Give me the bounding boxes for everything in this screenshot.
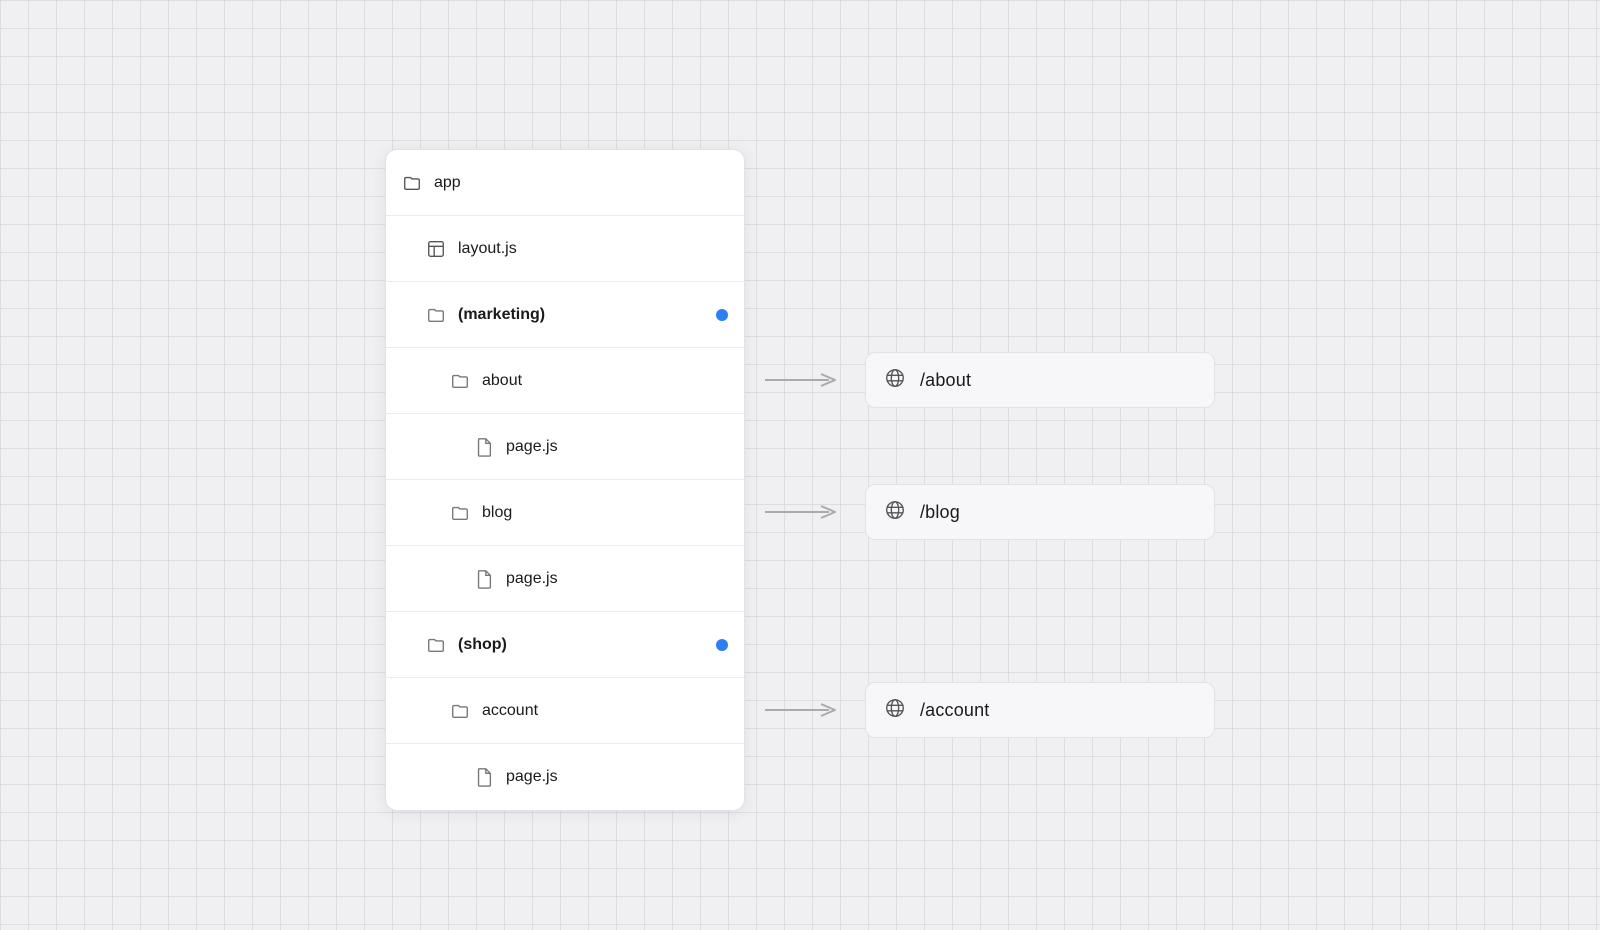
- tree-row-blog: blog: [386, 480, 744, 546]
- arrow-about: [745, 370, 865, 390]
- tree-row-blog-page: page.js: [386, 546, 744, 612]
- folder-icon-app: [402, 173, 422, 193]
- tree-row-shop: (shop): [386, 612, 744, 678]
- folder-icon-shop: [426, 635, 446, 655]
- route-box-about: /about: [865, 352, 1215, 408]
- blue-dot-marketing: [716, 309, 728, 321]
- file-icon-about-page: [474, 437, 494, 457]
- tree-label-about: about: [482, 372, 728, 390]
- spacer-marketing: [745, 281, 1215, 347]
- tree-row-marketing: (marketing): [386, 282, 744, 348]
- route-label-about: /about: [920, 370, 971, 391]
- file-icon-account-page: [474, 767, 494, 787]
- file-tree: app layout.js (marketing): [385, 149, 745, 811]
- globe-icon-blog: [884, 499, 906, 526]
- tree-label-app: app: [434, 174, 728, 192]
- file-icon-blog-page: [474, 569, 494, 589]
- tree-label-account: account: [482, 702, 728, 720]
- blue-dot-shop: [716, 639, 728, 651]
- spacer-about-page: [745, 413, 1215, 479]
- route-row-account: /account: [745, 677, 1215, 743]
- tree-row-app: app: [386, 150, 744, 216]
- tree-label-blog-page: page.js: [506, 570, 728, 588]
- route-label-blog: /blog: [920, 502, 960, 523]
- tree-label-layout: layout.js: [458, 240, 728, 258]
- tree-label-shop: (shop): [458, 636, 716, 654]
- route-row-about: /about: [745, 347, 1215, 413]
- arrow-blog: [745, 502, 865, 522]
- route-box-account: /account: [865, 682, 1215, 738]
- route-row-blog: /blog: [745, 479, 1215, 545]
- folder-icon-blog: [450, 503, 470, 523]
- route-label-account: /account: [920, 700, 990, 721]
- spacer-shop: [745, 611, 1215, 677]
- route-box-blog: /blog: [865, 484, 1215, 540]
- spacer-account-page: [745, 743, 1215, 809]
- tree-row-about: about: [386, 348, 744, 414]
- tree-label-blog: blog: [482, 504, 728, 522]
- spacer-app: [745, 149, 1215, 215]
- folder-icon-account: [450, 701, 470, 721]
- tree-label-about-page: page.js: [506, 438, 728, 456]
- layout-icon: [426, 239, 446, 259]
- folder-icon-marketing: [426, 305, 446, 325]
- tree-label-account-page: page.js: [506, 768, 728, 786]
- folder-icon-about: [450, 371, 470, 391]
- tree-label-marketing: (marketing): [458, 306, 716, 324]
- globe-icon-about: [884, 367, 906, 394]
- spacer-blog-page: [745, 545, 1215, 611]
- globe-icon-account: [884, 697, 906, 724]
- tree-row-account: account: [386, 678, 744, 744]
- routes-area: /about: [745, 149, 1215, 809]
- arrow-account: [745, 700, 865, 720]
- diagram-container: app layout.js (marketing): [385, 149, 1215, 811]
- tree-row-about-page: page.js: [386, 414, 744, 480]
- tree-row-account-page: page.js: [386, 744, 744, 810]
- spacer-layout: [745, 215, 1215, 281]
- tree-row-layout: layout.js: [386, 216, 744, 282]
